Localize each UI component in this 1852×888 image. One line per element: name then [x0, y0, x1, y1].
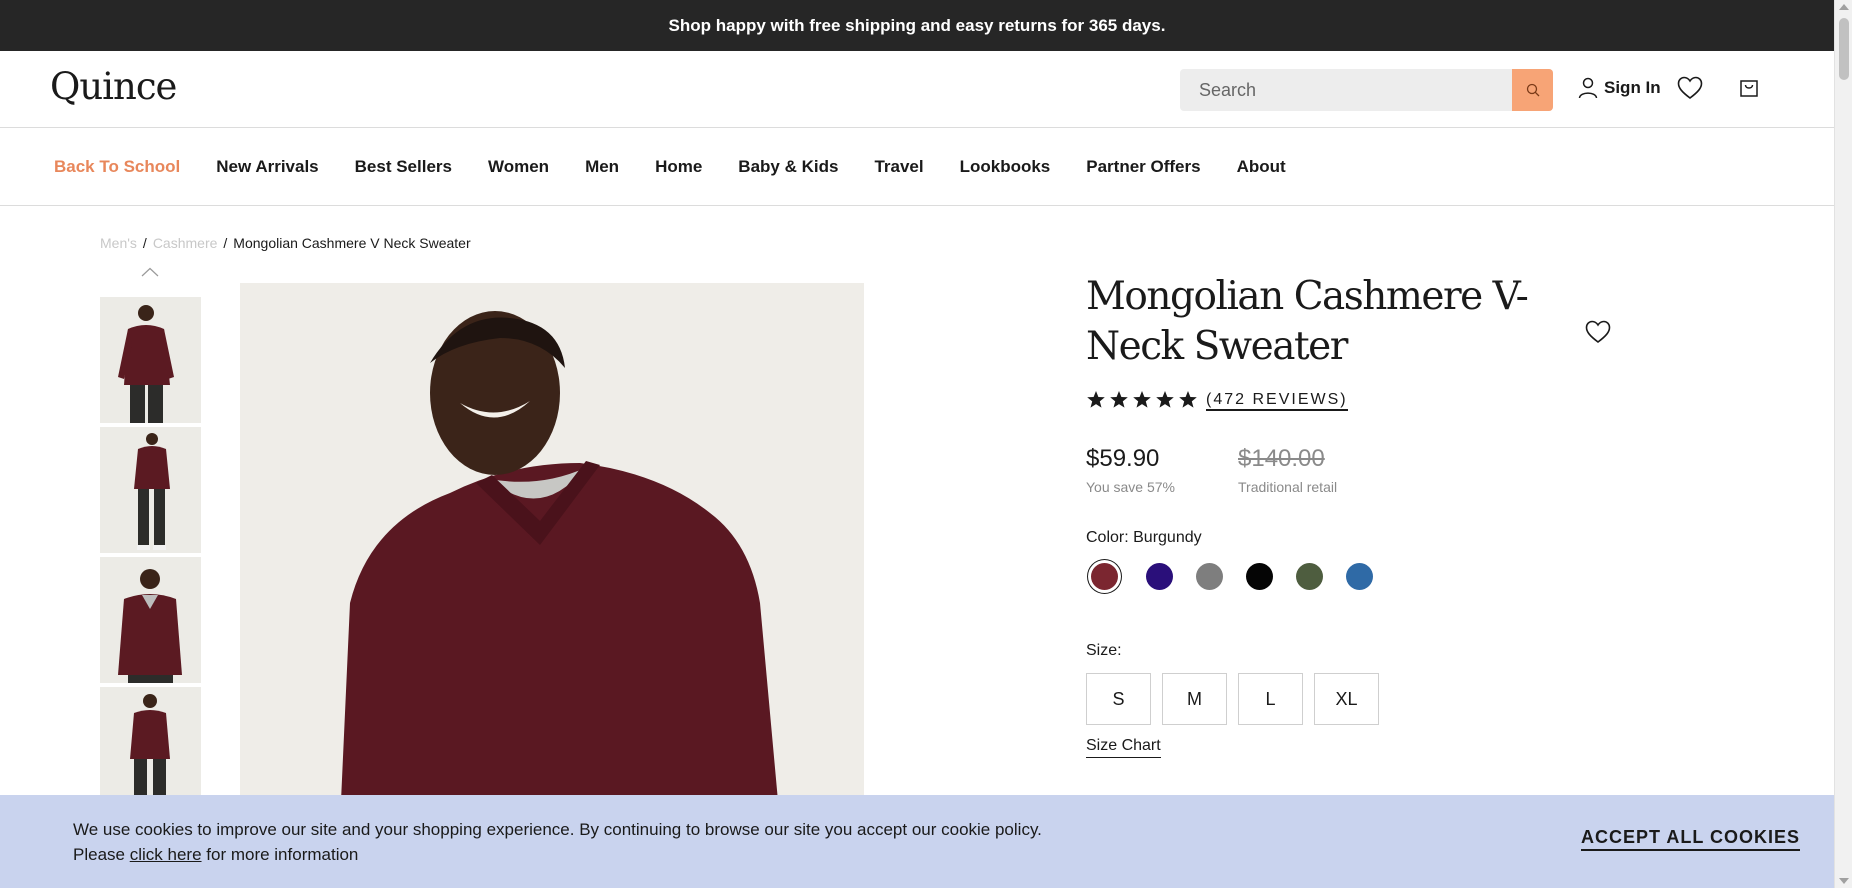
- star-icon: [1156, 391, 1174, 408]
- cookie-message: We use cookies to improve our site and y…: [73, 817, 1042, 867]
- size-option-xl[interactable]: XL: [1314, 673, 1379, 725]
- cart-button[interactable]: [1739, 78, 1759, 103]
- announcement-bar: Shop happy with free shipping and easy r…: [0, 0, 1834, 51]
- search-icon: [1526, 83, 1539, 97]
- star-icon: [1087, 391, 1105, 408]
- original-price-block: $140.00 Traditional retail: [1238, 445, 1337, 495]
- breadcrumb-mens[interactable]: Men's: [100, 235, 137, 251]
- product-title: Mongolian Cashmere V-Neck Sweater: [1086, 274, 1529, 369]
- thumbnail-list: [100, 297, 201, 817]
- accept-cookies-button[interactable]: ACCEPT ALL COOKIES: [1580, 827, 1800, 851]
- color-swatch-olive[interactable]: [1296, 563, 1323, 590]
- model-thumbnail-image: [100, 557, 201, 683]
- cookie-text-prefix: Please: [73, 845, 125, 864]
- nav-item-lookbooks[interactable]: Lookbooks: [960, 157, 1051, 177]
- reviews-count: (472 REVIEWS): [1206, 390, 1348, 411]
- size-options: S M L XL: [1086, 673, 1379, 725]
- nav-item-best-sellers[interactable]: Best Sellers: [355, 157, 452, 177]
- model-thumbnail-image: [100, 297, 201, 423]
- size-label: Size:: [1086, 642, 1122, 659]
- search-box: [1180, 69, 1553, 111]
- breadcrumb: Men's / Cashmere / Mongolian Cashmere V …: [100, 235, 471, 251]
- color-swatch-navy[interactable]: [1146, 563, 1173, 590]
- original-price: $140.00: [1238, 445, 1325, 472]
- model-photo: [240, 283, 864, 823]
- main-nav: Back To School New Arrivals Best Sellers…: [0, 129, 1834, 206]
- announcement-text: Shop happy with free shipping and easy r…: [668, 15, 1166, 35]
- sign-in-label: Sign In: [1604, 78, 1661, 97]
- product-thumbnail[interactable]: [100, 557, 201, 683]
- nav-item-travel[interactable]: Travel: [874, 157, 923, 177]
- nav-item-men[interactable]: Men: [585, 157, 619, 177]
- size-option-m[interactable]: M: [1162, 673, 1227, 725]
- logo[interactable]: Quince: [50, 65, 177, 108]
- breadcrumb-current: Mongolian Cashmere V Neck Sweater: [233, 235, 471, 251]
- nav-item-baby-kids[interactable]: Baby & Kids: [738, 157, 838, 177]
- heart-icon: [1585, 320, 1611, 344]
- nav-item-home[interactable]: Home: [655, 157, 702, 177]
- nav-item-back-to-school[interactable]: Back To School: [54, 157, 180, 177]
- price-block: $59.90 You save 57%: [1086, 445, 1175, 495]
- cookie-banner: We use cookies to improve our site and y…: [0, 795, 1834, 888]
- shopping-bag-icon: [1740, 80, 1758, 97]
- nav-item-partner-offers[interactable]: Partner Offers: [1086, 157, 1200, 177]
- search-input[interactable]: [1180, 69, 1513, 111]
- chevron-up-icon: [141, 267, 159, 277]
- wishlist-button[interactable]: [1677, 76, 1703, 105]
- scroll-down-arrow[interactable]: [1839, 878, 1849, 884]
- star-icon: [1133, 391, 1151, 408]
- nav-item-about[interactable]: About: [1237, 157, 1286, 177]
- search-button[interactable]: [1512, 69, 1553, 111]
- page-scrollbar[interactable]: [1834, 0, 1852, 888]
- product-thumbnail[interactable]: [100, 297, 201, 423]
- size-option-s[interactable]: S: [1086, 673, 1151, 725]
- star-rating: [1086, 390, 1198, 409]
- scroll-up-arrow[interactable]: [1839, 4, 1849, 10]
- thumbnails-scroll-up[interactable]: [141, 264, 159, 282]
- product-thumbnail[interactable]: [100, 427, 201, 553]
- color-label: Color: Burgundy: [1086, 529, 1202, 546]
- site-header: Quince Sign In: [0, 51, 1834, 128]
- color-swatches: [1086, 563, 1396, 590]
- breadcrumb-separator: /: [142, 235, 147, 251]
- size-chart-link[interactable]: Size Chart: [1086, 737, 1161, 758]
- star-icon: [1179, 391, 1197, 408]
- cookie-text-line1: We use cookies to improve our site and y…: [73, 820, 1042, 839]
- size-option-l[interactable]: L: [1238, 673, 1303, 725]
- sign-in-link[interactable]: Sign In: [1578, 77, 1661, 99]
- nav-item-new-arrivals[interactable]: New Arrivals: [216, 157, 318, 177]
- main-product-image[interactable]: [240, 283, 864, 823]
- product-rating: (472 REVIEWS): [1086, 390, 1348, 411]
- cookie-text-suffix: for more information: [206, 845, 359, 864]
- nav-item-women[interactable]: Women: [488, 157, 549, 177]
- model-thumbnail-image: [100, 427, 201, 553]
- breadcrumb-separator: /: [223, 235, 228, 251]
- breadcrumb-cashmere[interactable]: Cashmere: [153, 235, 218, 251]
- heart-icon: [1677, 76, 1703, 100]
- color-swatch-burgundy[interactable]: [1091, 563, 1118, 590]
- color-swatch-grey[interactable]: [1196, 563, 1223, 590]
- sale-price: $59.90: [1086, 445, 1160, 472]
- user-icon: [1578, 77, 1598, 99]
- scrollbar-thumb[interactable]: [1839, 18, 1849, 80]
- reviews-link[interactable]: (472 REVIEWS): [1206, 390, 1348, 411]
- savings-text: You save 57%: [1086, 479, 1175, 495]
- original-price-label: Traditional retail: [1238, 479, 1338, 495]
- color-swatch-blue[interactable]: [1346, 563, 1373, 590]
- add-to-wishlist-button[interactable]: [1585, 320, 1611, 349]
- color-swatch-black[interactable]: [1246, 563, 1273, 590]
- star-icon: [1110, 391, 1128, 408]
- cookie-policy-link[interactable]: click here: [130, 845, 202, 864]
